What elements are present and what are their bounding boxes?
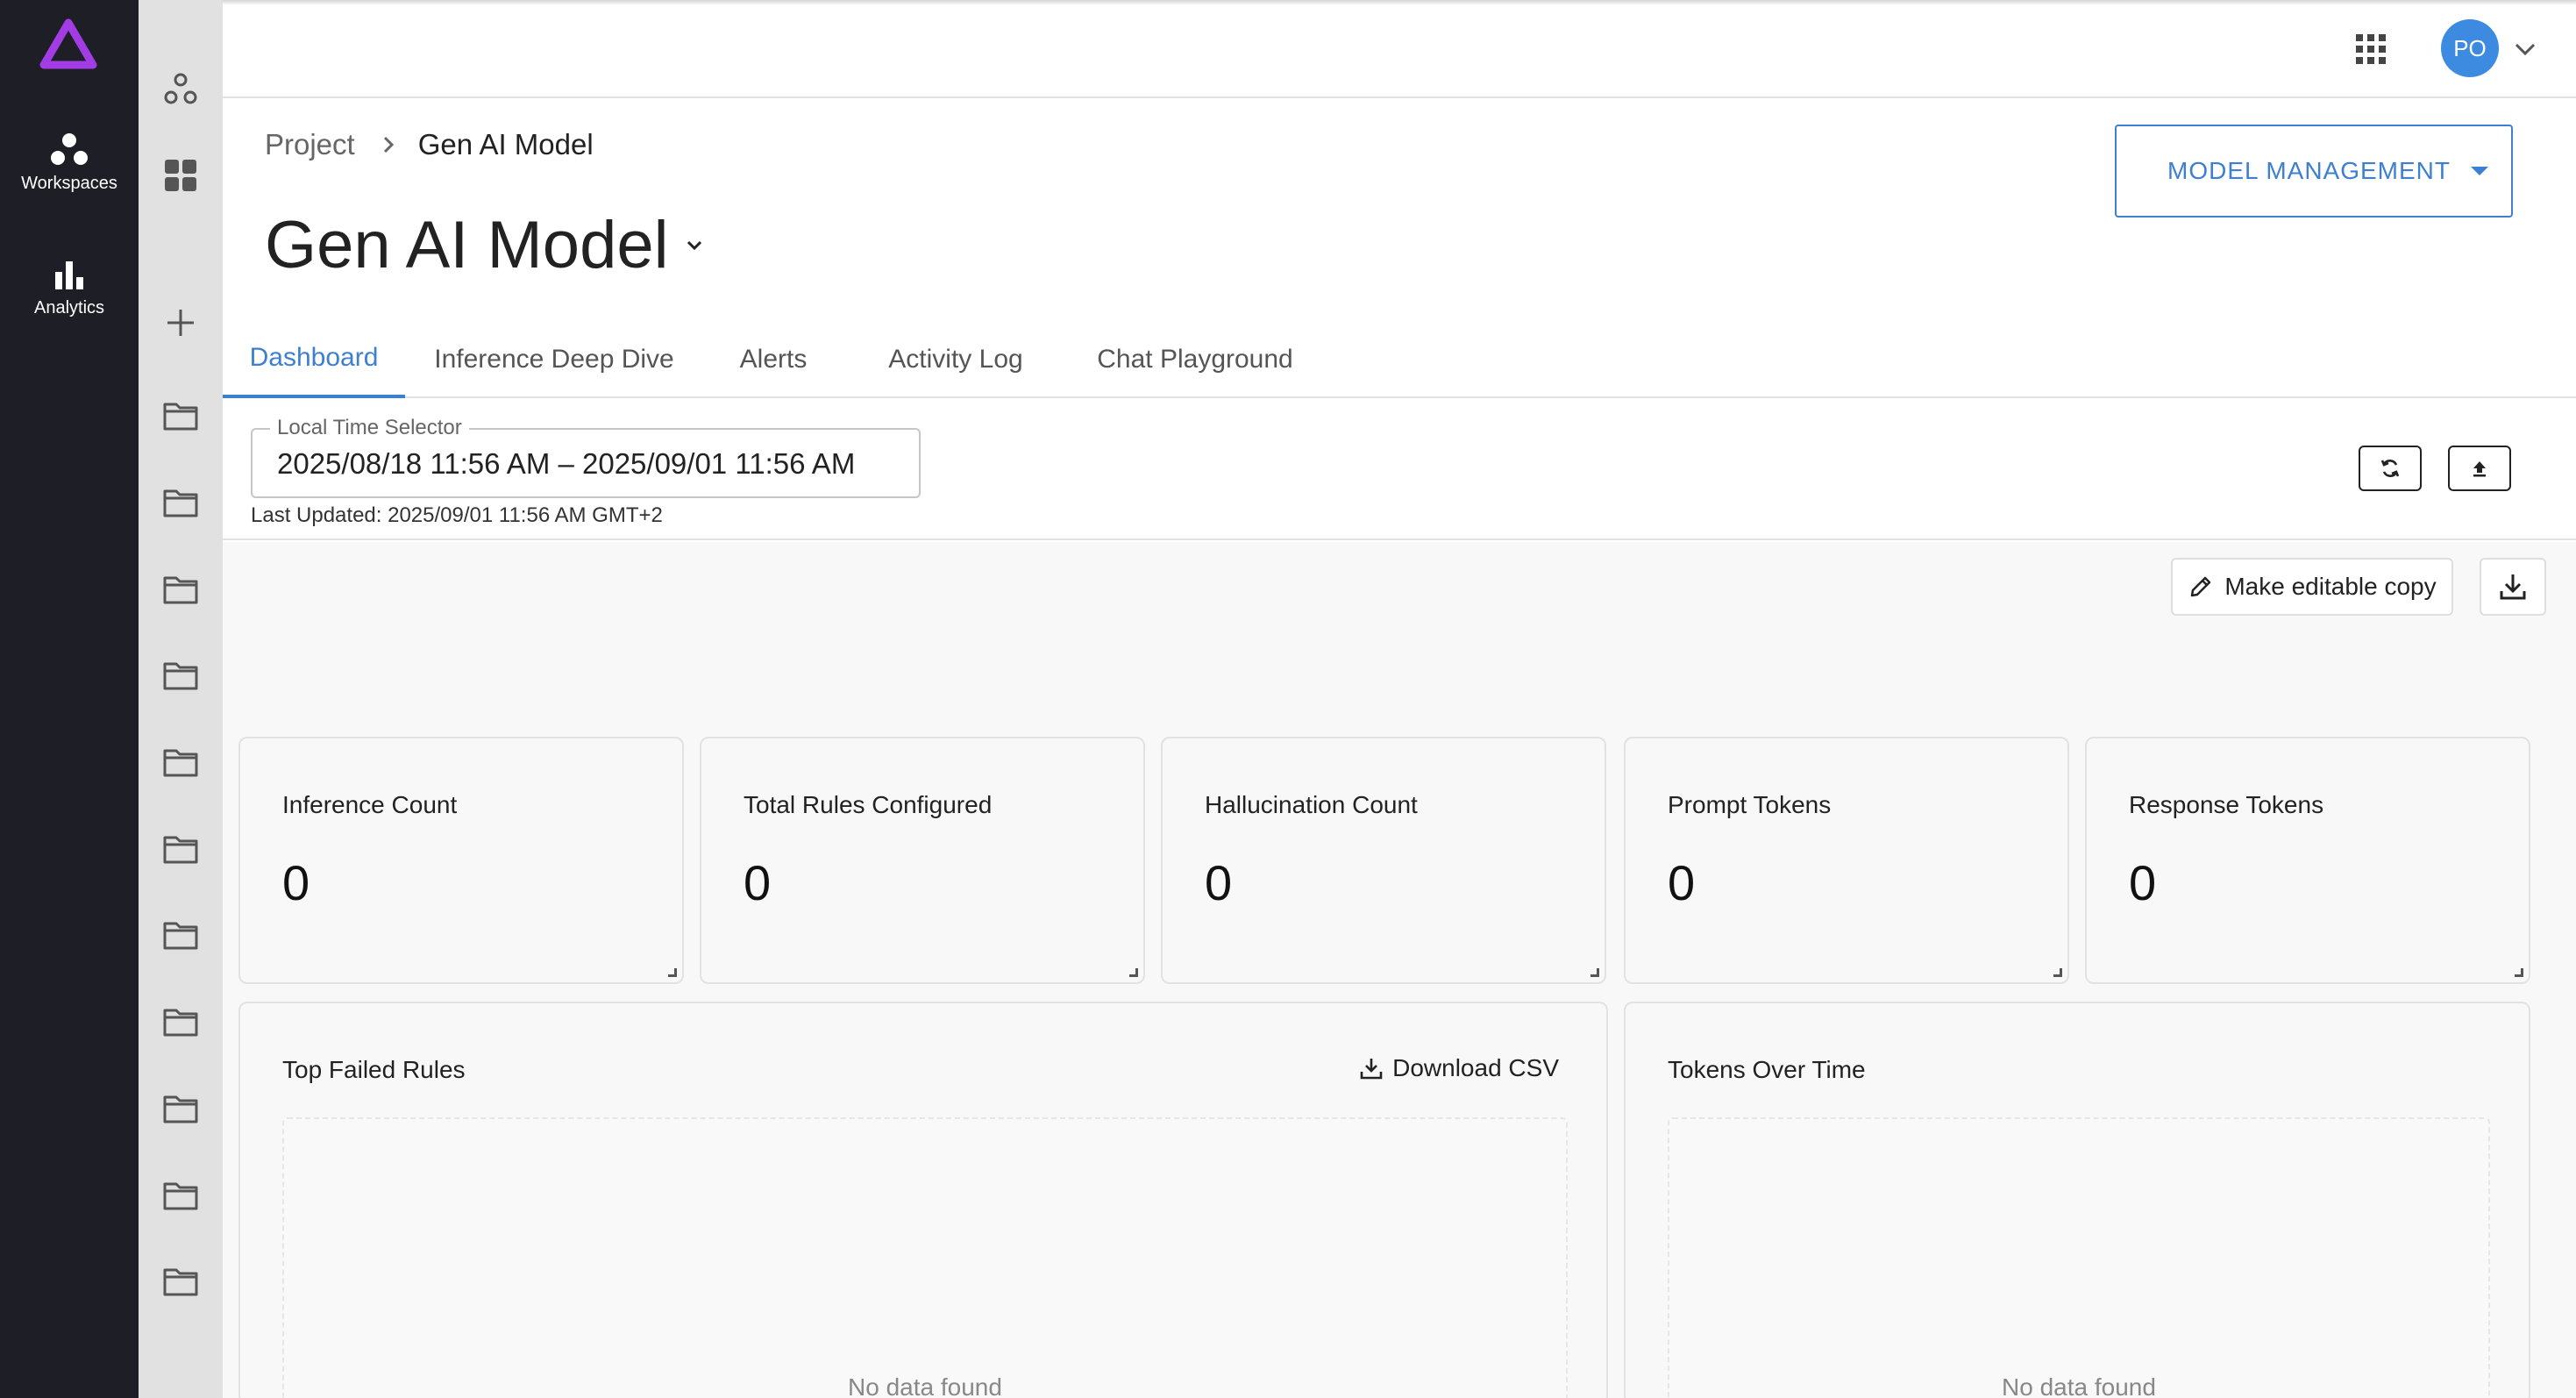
tab-bar: Dashboard Inference Deep Dive Alerts Act… [223, 321, 1322, 398]
model-management-label: MODEL MANAGEMENT [2167, 157, 2451, 184]
tab-inference-deep-dive[interactable]: Inference Deep Dive [405, 321, 703, 398]
stat-card-value: 0 [1205, 855, 1233, 910]
model-management-button[interactable]: MODEL MANAGEMENT [2115, 125, 2513, 218]
stat-card-title: Prompt Tokens [1668, 791, 1832, 818]
folder-icon[interactable] [163, 745, 198, 780]
refresh-button[interactable] [2359, 446, 2422, 491]
page-header: Project Gen AI Model Gen AI Model MODEL … [223, 98, 2576, 398]
stat-card-value: 0 [2129, 855, 2157, 910]
stat-card-hallucination-count: Hallucination Count 0 [1161, 737, 1606, 984]
folder-icon[interactable] [163, 398, 198, 433]
stat-card-total-rules-configured: Total Rules Configured 0 [700, 737, 1145, 984]
folder-icon[interactable] [163, 1264, 198, 1299]
rail-item-analytics[interactable]: Analytics [0, 260, 139, 318]
make-editable-copy-button[interactable]: Make editable copy [2171, 558, 2453, 616]
app-logo-icon[interactable] [39, 16, 98, 75]
page-title-text: Gen AI Model [265, 208, 669, 282]
user-avatar[interactable]: PO [2441, 19, 2499, 77]
breadcrumb-project-link[interactable]: Project [265, 128, 355, 161]
folder-icon[interactable] [163, 658, 198, 693]
page-title[interactable]: Gen AI Model [265, 207, 706, 283]
tokens-over-time-card: Tokens Over Time No data found [1624, 1002, 2530, 1398]
download-csv-button[interactable]: Download CSV [1359, 1054, 1559, 1082]
workspace-tree-icon[interactable] [163, 72, 198, 107]
card-title: Tokens Over Time [1668, 1056, 1866, 1083]
folder-icon[interactable] [163, 831, 198, 867]
tab-dashboard[interactable]: Dashboard [223, 321, 405, 398]
resize-handle[interactable] [668, 968, 677, 977]
secondary-nav-rail [139, 0, 223, 1398]
folder-icon[interactable] [163, 485, 198, 520]
empty-chart-area: No data found [1668, 1117, 2490, 1398]
stat-card-value: 0 [1668, 855, 1696, 910]
stat-card-title: Total Rules Configured [744, 791, 993, 818]
caret-down-icon [2471, 167, 2488, 175]
rail-item-label: Analytics [33, 298, 105, 317]
chevron-right-icon [380, 134, 397, 155]
download-icon [2500, 574, 2526, 600]
last-updated-text: Last Updated: 2025/09/01 11:56 AM GMT+2 [251, 503, 663, 527]
empty-chart-area: No data found [282, 1117, 1568, 1398]
tab-alerts[interactable]: Alerts [703, 321, 843, 398]
download-dashboard-button[interactable] [2480, 558, 2546, 616]
folder-icon[interactable] [163, 572, 198, 607]
stat-card-title: Inference Count [282, 791, 458, 818]
stat-card-value: 0 [744, 855, 772, 910]
chevron-down-icon[interactable] [683, 234, 706, 257]
avatar-initials: PO [2453, 34, 2487, 61]
add-icon[interactable] [163, 305, 198, 340]
no-data-text: No data found [848, 1373, 1002, 1398]
stat-card-title: Hallucination Count [1205, 791, 1418, 818]
dashboard-grid-icon[interactable] [163, 158, 198, 193]
rail-item-workspaces[interactable]: Workspaces [0, 132, 139, 194]
stat-card-response-tokens: Response Tokens 0 [2085, 737, 2530, 984]
card-title: Top Failed Rules [282, 1056, 466, 1083]
top-failed-rules-card: Top Failed Rules Download CSV No data fo… [238, 1002, 1608, 1398]
apps-grid-icon[interactable] [2353, 32, 2388, 67]
breadcrumb: Project Gen AI Model [265, 128, 594, 161]
stat-card-inference-count: Inference Count 0 [238, 737, 684, 984]
time-range-field[interactable]: Local Time Selector 2025/08/18 11:56 AM … [251, 416, 921, 498]
upload-button[interactable] [2448, 446, 2511, 491]
folder-icon[interactable] [163, 1091, 198, 1126]
workspaces-icon [51, 133, 88, 165]
time-range-value: 2025/08/18 11:56 AM – 2025/09/01 11:56 A… [277, 447, 856, 480]
stat-card-title: Response Tokens [2129, 791, 2324, 818]
resize-handle[interactable] [1129, 968, 1138, 977]
stat-card-value: 0 [282, 855, 310, 910]
folder-icon[interactable] [163, 1004, 198, 1039]
resize-handle[interactable] [1590, 968, 1599, 977]
pencil-icon [2191, 576, 2211, 597]
dashboard-area: Make editable copy Inference Count 0 Tot… [223, 542, 2576, 1398]
tab-chat-playground[interactable]: Chat Playground [1068, 321, 1322, 398]
folder-icon[interactable] [163, 917, 198, 952]
analytics-icon [55, 261, 83, 289]
no-data-text: No data found [2002, 1373, 2156, 1398]
breadcrumb-current: Gen AI Model [417, 128, 594, 160]
resize-handle[interactable] [2515, 968, 2523, 977]
folder-icon[interactable] [163, 1178, 198, 1213]
chevron-down-icon[interactable] [2509, 33, 2541, 65]
time-selector-bar: Local Time Selector 2025/08/18 11:56 AM … [223, 400, 2576, 540]
make-editable-copy-label: Make editable copy [2224, 573, 2437, 600]
rail-item-label: Workspaces [21, 174, 117, 193]
time-selector-label: Local Time Selector [270, 416, 469, 440]
refresh-icon [2380, 460, 2400, 477]
download-csv-label: Download CSV [1392, 1054, 1559, 1081]
upload-icon [2473, 461, 2486, 477]
top-header: PO [223, 0, 2576, 98]
tab-activity-log[interactable]: Activity Log [843, 321, 1068, 398]
resize-handle[interactable] [2053, 968, 2062, 977]
download-icon [1360, 1059, 1383, 1080]
stat-card-prompt-tokens: Prompt Tokens 0 [1624, 737, 2069, 984]
primary-nav-rail: Workspaces Analytics [0, 0, 139, 1398]
